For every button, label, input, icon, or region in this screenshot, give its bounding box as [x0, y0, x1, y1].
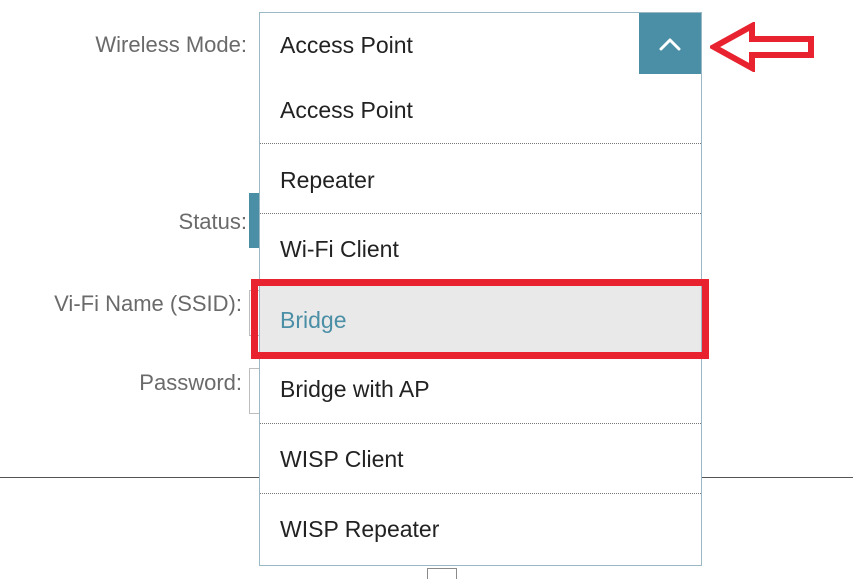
- status-label: Status:: [178, 209, 247, 234]
- option-label: Access Point: [280, 97, 413, 123]
- wireless-mode-label: Wireless Mode:: [95, 32, 247, 57]
- option-label: Wi-Fi Client: [280, 236, 399, 262]
- option-label: WISP Repeater: [280, 516, 440, 542]
- option-bridge[interactable]: Bridge: [260, 284, 701, 354]
- option-repeater[interactable]: Repeater: [260, 144, 701, 214]
- option-wisp-repeater[interactable]: WISP Repeater: [260, 494, 701, 564]
- option-label: Bridge with AP: [280, 376, 430, 402]
- checkbox[interactable]: [427, 568, 457, 579]
- wireless-mode-select[interactable]: Access Point: [259, 12, 702, 75]
- option-label: WISP Client: [280, 446, 404, 472]
- option-wisp-client[interactable]: WISP Client: [260, 424, 701, 494]
- section-divider: [0, 477, 259, 478]
- dropdown-toggle-button[interactable]: [639, 13, 701, 74]
- option-label: Repeater: [280, 167, 375, 193]
- wireless-mode-options: Access Point Repeater Wi-Fi Client Bridg…: [259, 74, 702, 566]
- wireless-mode-selected-value: Access Point: [280, 32, 413, 58]
- option-bridge-with-ap[interactable]: Bridge with AP: [260, 354, 701, 424]
- password-label: Password:: [139, 370, 242, 395]
- option-label: Bridge: [280, 307, 347, 333]
- option-wifi-client[interactable]: Wi-Fi Client: [260, 214, 701, 284]
- section-divider: [702, 477, 853, 478]
- arrow-left-outline-icon: [710, 22, 814, 72]
- status-toggle[interactable]: [249, 193, 259, 248]
- option-access-point[interactable]: Access Point: [260, 74, 701, 144]
- chevron-up-icon: [659, 38, 681, 50]
- ssid-label: Vi-Fi Name (SSID):: [54, 291, 242, 316]
